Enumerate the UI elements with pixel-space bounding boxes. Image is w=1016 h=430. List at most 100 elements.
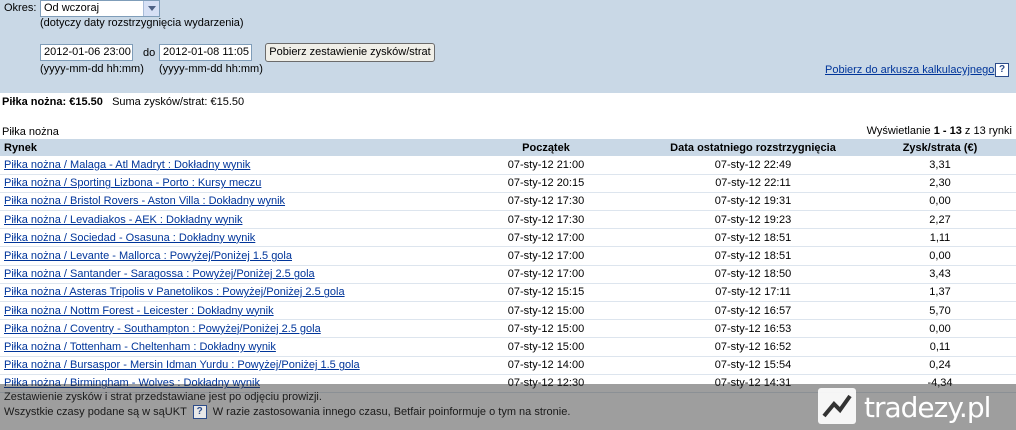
table-row: Piłka nożna / Santander - Saragossa : Po… [0, 265, 1016, 284]
cell-market: Piłka nożna / Sociedad - Osasuna : Dokła… [0, 229, 450, 247]
paging-range: 1 - 13 [933, 125, 962, 137]
markets-table: Rynek Początek Data ostatniego rozstrzyg… [0, 139, 1016, 393]
cell-start: 07-sty-12 17:00 [507, 250, 585, 263]
table-row: Piłka nożna / Sociedad - Osasuna : Dokła… [0, 229, 1016, 247]
header-start[interactable]: Początek [450, 139, 642, 156]
watermark-logo-icon [818, 388, 856, 424]
market-link[interactable]: Piłka nożna / Levadiakos - AEK : Dokładn… [4, 214, 242, 226]
market-link[interactable]: Piłka nożna / Sporting Lizbona - Porto :… [4, 177, 261, 189]
export-spreadsheet-link[interactable]: Pobierz do arkusza kalkulacyjnego [825, 64, 994, 76]
footer-tz-code: UKT [164, 406, 187, 418]
date-from-input[interactable]: 2012-01-06 23:00 [40, 44, 133, 61]
cell-profit-loss: 1,11 [929, 231, 951, 244]
section-title: Piłka nożna [2, 126, 59, 138]
chevron-down-icon[interactable] [143, 1, 159, 16]
footer-tz-note: W razie zastosowania innego czasu, Betfa… [212, 406, 571, 418]
period-note: (dotyczy daty rozstrzygnięcia wydarzenia… [40, 17, 244, 29]
get-report-button[interactable]: Pobierz zestawienie zysków/strat [265, 43, 435, 62]
cell-start: 07-sty-12 21:00 [507, 158, 585, 171]
cell-profit-loss: 0,00 [929, 250, 951, 263]
market-link[interactable]: Piłka nożna / Asteras Tripolis v Panetol… [4, 286, 345, 298]
market-link[interactable]: Piłka nożna / Malaga - Atl Madryt : Dokł… [4, 159, 250, 171]
cell-settled: 07-sty-12 18:51 [714, 231, 792, 244]
sport-total: Piłka nożna: €15.50 [2, 96, 103, 108]
header-market[interactable]: Rynek [0, 139, 450, 156]
help-icon[interactable]: ? [995, 63, 1009, 77]
table-row: Piłka nożna / Coventry - Southampton : P… [0, 320, 1016, 338]
table-header-row: Rynek Początek Data ostatniego rozstrzyg… [0, 139, 1016, 156]
cell-market: Piłka nożna / Sporting Lizbona - Porto :… [0, 174, 450, 192]
date-to-input[interactable]: 2012-01-08 11:05 [159, 44, 252, 61]
period-select-value: Od wczoraj [44, 2, 100, 14]
table-row: Piłka nożna / Bursaspor - Mersin Idman Y… [0, 356, 1016, 375]
cell-start: 07-sty-12 15:15 [507, 286, 585, 299]
market-link[interactable]: Piłka nożna / Santander - Saragossa : Po… [4, 268, 315, 280]
date-to-label: do [143, 47, 156, 59]
footer-tz-text: Wszystkie czasy podane są w są [4, 406, 165, 418]
cell-start: 07-sty-12 17:30 [507, 213, 585, 226]
cell-profit-loss: 3,43 [929, 268, 951, 281]
total-value: €15.50 [210, 96, 245, 108]
period-select[interactable]: Od wczoraj [40, 0, 160, 17]
cell-settled: 07-sty-12 15:54 [714, 359, 792, 372]
total-label: Suma zysków/strat: [112, 96, 208, 108]
cell-profit-loss: 0,24 [929, 359, 951, 372]
header-profit-loss[interactable]: Zysk/strata (€) [864, 139, 1016, 156]
cell-market: Piłka nożna / Nottm Forest - Leicester :… [0, 302, 450, 320]
market-link[interactable]: Piłka nożna / Tottenham - Cheltenham : D… [4, 341, 276, 353]
cell-profit-loss: 0,00 [929, 195, 951, 208]
filter-panel: Okres: Od wczoraj (dotyczy daty rozstrzy… [0, 0, 1016, 93]
table-row: Piłka nożna / Sporting Lizbona - Porto :… [0, 174, 1016, 193]
cell-market: Piłka nożna / Coventry - Southampton : P… [0, 320, 450, 338]
help-icon[interactable]: ? [192, 405, 207, 420]
market-link[interactable]: Piłka nożna / Bristol Rovers - Aston Vil… [4, 195, 285, 207]
cell-settled: 07-sty-12 19:23 [714, 213, 792, 226]
cell-market: Piłka nożna / Levante - Mallorca : Powyż… [0, 247, 450, 265]
market-link[interactable]: Piłka nożna / Nottm Forest - Leicester :… [4, 305, 274, 317]
cell-market: Piłka nożna / Tottenham - Cheltenham : D… [0, 338, 450, 356]
paging-info: Wyświetlanie 1 - 13 z 13 rynki [867, 125, 1012, 137]
market-link[interactable]: Piłka nożna / Sociedad - Osasuna : Dokła… [4, 232, 255, 244]
cell-settled: 07-sty-12 22:49 [714, 158, 792, 171]
cell-start: 07-sty-12 14:00 [507, 359, 585, 372]
cell-market: Piłka nożna / Santander - Saragossa : Po… [0, 265, 450, 283]
cell-settled: 07-sty-12 22:11 [715, 177, 791, 190]
cell-settled: 07-sty-12 17:11 [715, 286, 791, 299]
table-row: Piłka nożna / Levadiakos - AEK : Dokładn… [0, 211, 1016, 229]
cell-settled: 07-sty-12 18:50 [714, 268, 792, 281]
cell-market: Piłka nożna / Malaga - Atl Madryt : Dokł… [0, 156, 450, 174]
cell-settled: 07-sty-12 16:52 [714, 340, 792, 353]
watermark: tradezy.pl [816, 386, 1006, 426]
cell-profit-loss: 0,11 [929, 340, 951, 353]
header-settled[interactable]: Data ostatniego rozstrzygnięcia [642, 139, 864, 156]
cell-profit-loss: 1,37 [929, 286, 951, 299]
cell-start: 07-sty-12 17:00 [507, 231, 585, 244]
cell-start: 07-sty-12 17:30 [507, 195, 585, 208]
table-row: Piłka nożna / Bristol Rovers - Aston Vil… [0, 192, 1016, 211]
cell-profit-loss: 5,70 [929, 304, 951, 317]
market-link[interactable]: Piłka nożna / Coventry - Southampton : P… [4, 323, 321, 335]
cell-profit-loss: 0,00 [929, 322, 951, 335]
table-row: Piłka nożna / Malaga - Atl Madryt : Dokł… [0, 156, 1016, 175]
cell-start: 07-sty-12 15:00 [507, 322, 585, 335]
cell-settled: 07-sty-12 18:51 [714, 250, 792, 263]
watermark-text: tradezy.pl [864, 391, 991, 424]
table-row: Piłka nożna / Tottenham - Cheltenham : D… [0, 338, 1016, 357]
cell-profit-loss: 2,27 [929, 213, 951, 226]
cell-market: Piłka nożna / Asteras Tripolis v Panetol… [0, 283, 450, 301]
market-link[interactable]: Piłka nożna / Levante - Mallorca : Powyż… [4, 250, 292, 262]
cell-settled: 07-sty-12 19:31 [714, 195, 792, 208]
cell-market: Piłka nożna / Levadiakos - AEK : Dokładn… [0, 211, 450, 229]
cell-profit-loss: 2,30 [929, 177, 951, 190]
cell-settled: 07-sty-12 16:53 [714, 322, 792, 335]
market-link[interactable]: Piłka nożna / Bursaspor - Mersin Idman Y… [4, 359, 360, 371]
period-label: Okres: [4, 2, 37, 14]
cell-start: 07-sty-12 20:15 [507, 177, 585, 190]
paging-suffix: z 13 rynki [964, 125, 1012, 137]
table-row: Piłka nożna / Asteras Tripolis v Panetol… [0, 283, 1016, 302]
date-from-format-hint: (yyyy-mm-dd hh:mm) [40, 63, 144, 75]
paging-prefix: Wyświetlanie [866, 125, 931, 137]
cell-market: Piłka nożna / Bursaspor - Mersin Idman Y… [0, 356, 450, 374]
table-row: Piłka nożna / Levante - Mallorca : Powyż… [0, 247, 1016, 266]
table-row: Piłka nożna / Nottm Forest - Leicester :… [0, 302, 1016, 320]
